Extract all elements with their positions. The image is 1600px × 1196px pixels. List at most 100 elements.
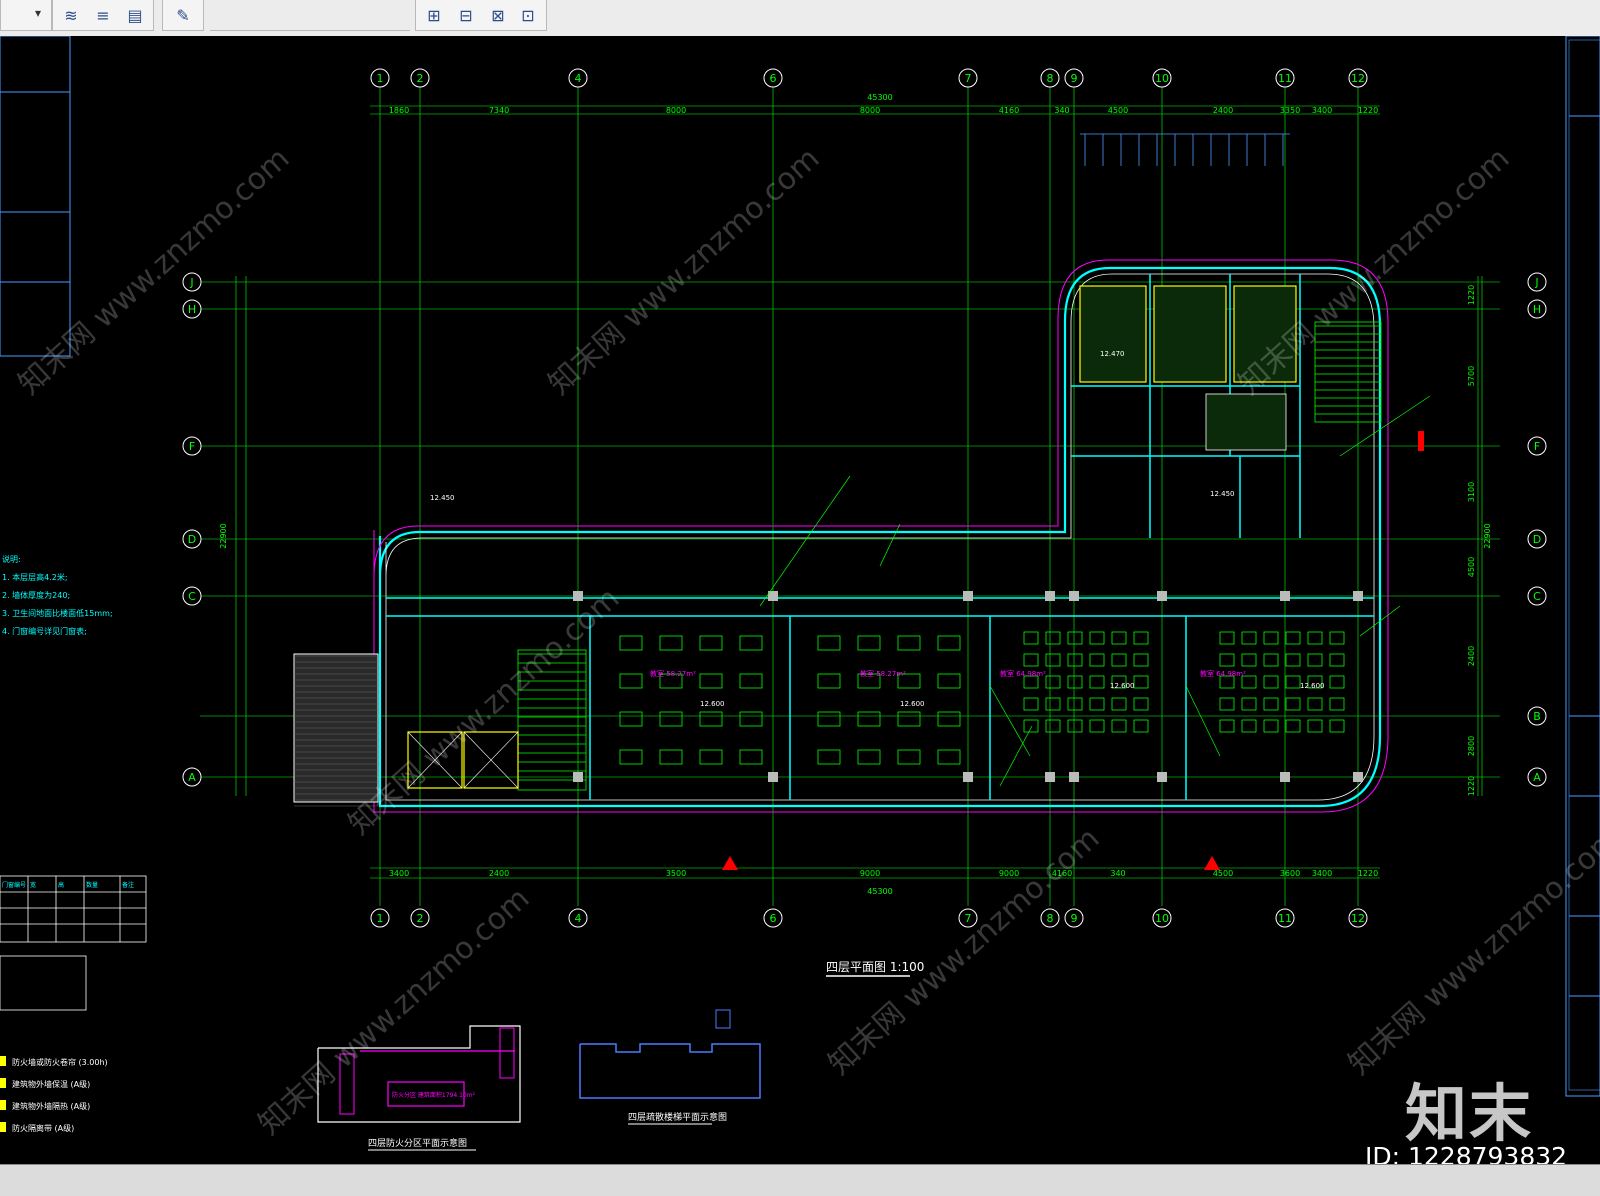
block-insert-icon[interactable]: ⊞: [422, 3, 446, 27]
desk: [619, 711, 643, 727]
desk: [1307, 719, 1323, 733]
bottom-dimension: 340: [1110, 869, 1125, 878]
left-side-panel: [0, 36, 71, 357]
svg-text:2. 墙体厚度为240;: 2. 墙体厚度为240;: [2, 590, 70, 600]
desk: [1307, 631, 1323, 645]
column: [1353, 772, 1363, 782]
svg-text:12.450: 12.450: [1210, 490, 1235, 498]
desk: [857, 711, 881, 727]
desk: [739, 711, 763, 727]
top-dimension: 3350: [1280, 106, 1300, 115]
block-attribute-icon[interactable]: ⊡: [516, 3, 540, 27]
axis-bubble-right: J: [1534, 276, 1538, 289]
desk: [1023, 653, 1039, 667]
desk: [817, 673, 841, 689]
svg-text:知末网 www.znzmo.com: 知末网 www.znzmo.com: [822, 821, 1106, 1082]
svg-text:知末网 www.znzmo.com: 知末网 www.znzmo.com: [342, 581, 626, 842]
column: [1069, 772, 1079, 782]
desk: [1329, 697, 1345, 711]
desk: [659, 711, 683, 727]
layer-list-icon[interactable]: ▤: [123, 3, 147, 27]
desk: [1241, 653, 1257, 667]
column: [1280, 591, 1290, 601]
desk: [1045, 675, 1061, 689]
desk: [1241, 631, 1257, 645]
layer-state-icon[interactable]: ≋: [59, 3, 83, 27]
desk: [1111, 719, 1127, 733]
chevron-down-icon[interactable]: ▾: [35, 6, 41, 20]
desk: [1285, 653, 1301, 667]
svg-text:知末网 www.znzmo.com: 知末网 www.znzmo.com: [1342, 821, 1600, 1082]
desk: [619, 673, 643, 689]
right-dimension: 3100: [1467, 482, 1476, 502]
svg-text:3. 卫生间地面比楼面低15mm;: 3. 卫生间地面比楼面低15mm;: [2, 608, 113, 618]
right-dimension: 2800: [1467, 736, 1476, 756]
edit-group: ✎: [162, 0, 204, 31]
axis-bubble-right: C: [1533, 590, 1541, 603]
right-dimension: 2400: [1467, 646, 1476, 666]
desk: [1307, 697, 1323, 711]
svg-text:宽: 宽: [30, 881, 36, 889]
desk: [739, 673, 763, 689]
top-dimension: 8000: [666, 106, 686, 115]
annotation-leaders: [759, 395, 1431, 787]
top-dimension: 340: [1054, 106, 1069, 115]
svg-text:1. 本层层高4.2米;: 1. 本层层高4.2米;: [2, 572, 68, 582]
column: [1045, 591, 1055, 601]
desk: [619, 749, 643, 765]
edit-icon[interactable]: ✎: [171, 3, 195, 27]
column: [963, 591, 973, 601]
axis-bubble-top: 4: [575, 72, 582, 85]
desk: [1089, 697, 1105, 711]
bottom-dimension: 4500: [1213, 869, 1233, 878]
title-block: [1565, 36, 1600, 1097]
room-area-labels: 教室 58.27m² 教室 58.27m² 教室 64.98m² 教室 64.9…: [650, 669, 1246, 678]
desk: [1263, 675, 1279, 689]
top-dimension: 4500: [1108, 106, 1128, 115]
svg-text:数量: 数量: [86, 881, 98, 889]
top-dimension: 8000: [860, 106, 880, 115]
axis-bubble-bottom: 11: [1278, 912, 1292, 925]
axis-bubble-right: B: [1533, 710, 1541, 723]
drawing-canvas[interactable]: 45300 45300 1860 7340 8000 8000 4160 340 4500 240…: [0, 36, 1600, 1164]
layer-properties-icon[interactable]: ≡: [91, 3, 115, 27]
svg-text:知末网 www.znzmo.com: 知末网 www.znzmo.com: [542, 141, 826, 402]
axis-bubble-top: 9: [1071, 72, 1078, 85]
svg-text:防火墙或防火卷帘 (3.00h): 防火墙或防火卷帘 (3.00h): [12, 1057, 108, 1067]
right-dimension: 5700: [1467, 366, 1476, 386]
desk: [1133, 653, 1149, 667]
column: [768, 772, 778, 782]
bottom-dimension: 1220: [1358, 869, 1378, 878]
svg-text:12.450: 12.450: [430, 494, 455, 502]
layer-dropdown[interactable]: ▾: [0, 0, 52, 31]
block-edit-icon[interactable]: ⊟: [454, 3, 478, 27]
overall-dimension-top: 45300: [867, 93, 892, 102]
desk: [1023, 719, 1039, 733]
axis-bubble-right: A: [1533, 771, 1541, 784]
axis-bubble-bottom: 1: [377, 912, 384, 925]
desk: [1263, 719, 1279, 733]
top-dimension: 7340: [489, 106, 509, 115]
desk: [1045, 719, 1061, 733]
desk: [897, 635, 921, 651]
svg-text:12.470: 12.470: [1100, 350, 1125, 358]
desk: [1111, 631, 1127, 645]
right-dimension: 4500: [1467, 557, 1476, 577]
top-dimension: 4160: [999, 106, 1019, 115]
desk: [1241, 697, 1257, 711]
axis-bubble-bottom: 8: [1047, 912, 1054, 925]
desk: [1133, 719, 1149, 733]
top-dimension: 1860: [389, 106, 409, 115]
layer-tools-group: ≋ ≡ ▤: [52, 0, 154, 31]
desk: [937, 635, 961, 651]
right-total-dimension: 22900: [1483, 523, 1492, 548]
floor-plan-svg: 45300453001860 7340 8000 8000 4160 340 4500 240…: [0, 36, 1600, 1151]
desk: [619, 635, 643, 651]
block-delete-icon[interactable]: ⊠: [486, 3, 510, 27]
desk: [857, 635, 881, 651]
svg-text:12.600: 12.600: [900, 700, 925, 708]
bottom-dimension: 2400: [489, 869, 509, 878]
svg-text:高: 高: [58, 881, 64, 889]
svg-text:建筑物外墙隔热 (A级): 建筑物外墙隔热 (A级): [12, 1101, 90, 1111]
desk: [1329, 675, 1345, 689]
